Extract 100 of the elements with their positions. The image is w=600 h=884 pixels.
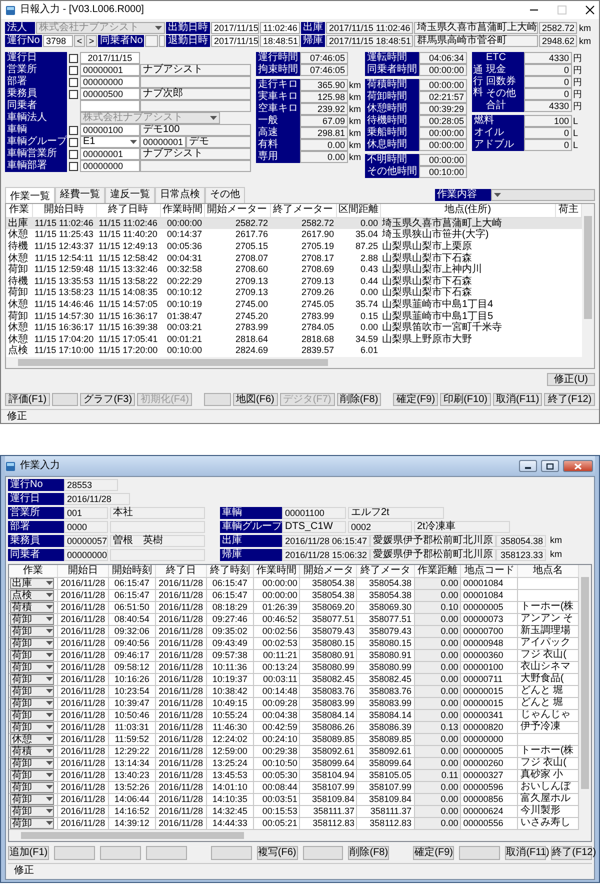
text-field[interactable]: 02:21:57	[419, 91, 467, 103]
column-header[interactable]: 開始メータ	[300, 565, 357, 577]
text-field[interactable]: 本社	[110, 507, 205, 519]
next-button[interactable]: >	[86, 35, 97, 47]
text-field[interactable]: 2017/11/15	[211, 35, 259, 47]
work-type-dropdown[interactable]: 出庫	[10, 578, 54, 588]
text-field[interactable]: 11:02:46	[260, 22, 300, 34]
table-row[interactable]: 出庫 11/15 11:02:46 11/15 11:02:46 00:00:00 2582.72 2582.72 0.00 埼玉県久喜市菖蒲町上大崎	[6, 217, 582, 230]
text-field[interactable]: 0002	[348, 521, 412, 533]
function-button[interactable]: 確定(F9)	[413, 846, 454, 860]
text-field[interactable]: 群馬県高崎市菅谷町	[414, 35, 538, 47]
function-button[interactable]: 追加(F1)	[8, 846, 49, 860]
text-field[interactable]: ナブ次郎	[140, 88, 251, 100]
column-header[interactable]: 終了時刻	[206, 565, 254, 577]
text-field[interactable]: 曽根 英樹	[110, 535, 205, 547]
column-header[interactable]: 地点コード	[460, 565, 518, 577]
scrollbar[interactable]	[6, 357, 594, 368]
text-field[interactable]	[145, 35, 158, 47]
text-field[interactable]: 00:00:00	[419, 154, 467, 166]
function-button[interactable]: 複写(F6)	[256, 846, 298, 860]
scrollbar[interactable]	[579, 565, 591, 830]
text-field[interactable]: 2582.72	[539, 22, 577, 34]
blank-button[interactable]	[52, 393, 78, 406]
text-field[interactable]: 00:00:00	[419, 139, 467, 151]
column-header[interactable]: 終了メータ	[356, 565, 414, 577]
text-field[interactable]: 28553	[64, 479, 118, 491]
text-field[interactable]: 0.00	[300, 139, 348, 151]
work-type-dropdown[interactable]: 荷卸	[10, 698, 54, 708]
text-field[interactable]: 埼玉県久喜市菖蒲町上大崎	[414, 22, 538, 34]
checkbox[interactable]	[69, 90, 78, 98]
table-row[interactable]: 荷卸 11/15 13:58:23 11/15 14:08:35 00:10:12 2709.13 2709.26 0.00 山梨県山梨市下石森	[6, 287, 582, 299]
column-header[interactable]: 作業距離	[414, 565, 461, 577]
text-field[interactable]: 358054.38	[496, 535, 546, 547]
text-field[interactable]: エルフ2t	[348, 507, 444, 519]
text-field[interactable]: 100	[524, 115, 572, 127]
function-button[interactable]: 評価(F1)	[5, 393, 50, 406]
table-row[interactable]: 荷卸 11/15 14:57:30 11/15 16:36:17 01:38:47 2745.20 2783.99 0.15 山梨県韮崎市中島1丁目5	[6, 310, 582, 322]
column-header[interactable]: 開始メーター	[204, 204, 270, 218]
column-header[interactable]: 区間距離	[336, 204, 380, 218]
blank-button[interactable]	[210, 846, 252, 860]
text-field[interactable]: 0000	[64, 521, 108, 533]
tab[interactable]: その他	[205, 187, 245, 203]
text-field[interactable]: 4330	[524, 100, 572, 112]
minimize-button[interactable]	[519, 460, 537, 472]
function-button[interactable]: 印刷(F10)	[440, 393, 491, 406]
function-button[interactable]: 削除(F8)	[348, 846, 390, 860]
column-header[interactable]: 作業時間	[160, 204, 204, 218]
text-field[interactable]: 00000057	[64, 535, 108, 547]
table-row[interactable]: 荷卸 11/15 12:59:48 11/15 13:32:46 00:32:58 2708.60 2708.69 0.43 山梨県山梨市上神内川	[6, 264, 582, 276]
work-type-dropdown[interactable]: 荷卸	[10, 674, 54, 684]
text-field[interactable]: 0	[524, 88, 572, 100]
blank-button[interactable]	[459, 846, 500, 860]
checkbox[interactable]	[69, 78, 78, 86]
function-button[interactable]: 取消(F11)	[492, 393, 542, 406]
tab[interactable]: 違反一覧	[105, 187, 155, 203]
text-field[interactable]: 00000100	[80, 124, 140, 136]
text-field[interactable]: 0	[524, 139, 572, 151]
text-field[interactable]: 2016/11/28 15:06:32	[282, 549, 370, 561]
text-field[interactable]	[110, 549, 205, 561]
table-row[interactable]: 休憩 11/15 17:04:20 11/15 17:05:41 00:01:21 2818.64 2818.68 34.59 山梨県上野原市大野	[6, 334, 582, 346]
text-field[interactable]: 0.00	[300, 151, 348, 163]
text-field[interactable]: 2017/11/15 11:02:46	[326, 22, 413, 34]
text-field[interactable]: ナブアシスト	[140, 148, 251, 160]
text-field[interactable]: 298.81	[300, 127, 348, 139]
table-row[interactable]: 休憩 11/15 16:36:17 11/15 16:39:38 00:03:21 2783.99 2784.05 0.00 山梨県笛吹市一宮町千米寺	[6, 322, 582, 334]
text-field[interactable]: 00000000	[64, 549, 108, 561]
column-header[interactable]: 開始日時	[32, 204, 96, 218]
function-button[interactable]: 確定(F9)	[393, 393, 438, 406]
work-type-dropdown[interactable]: 荷卸	[10, 806, 54, 816]
text-field[interactable]: 00000500	[80, 88, 140, 100]
tab[interactable]: 日常点検	[155, 187, 205, 203]
work-type-dropdown[interactable]: 休憩	[10, 734, 54, 744]
table-row[interactable]: 待機 11/15 13:35:53 11/15 13:58:22 00:22:29 2709.13 2709.13 0.44 山梨県山梨市下石森	[6, 276, 582, 288]
text-field[interactable]	[110, 521, 205, 533]
dropdown[interactable]: E1	[80, 136, 140, 148]
column-header[interactable]: 作業	[6, 204, 32, 218]
work-type-dropdown[interactable]: 荷卸	[10, 686, 54, 696]
work-type-dropdown[interactable]: 荷卸	[10, 626, 54, 636]
text-field[interactable]: 00:39:29	[419, 103, 467, 115]
text-field[interactable]: デモ	[186, 136, 251, 148]
column-header[interactable]: 終了日時	[96, 204, 160, 218]
column-header[interactable]: 終了日	[155, 565, 206, 577]
text-field[interactable]: 愛媛県伊予郡松前町北川原	[370, 549, 496, 561]
text-field[interactable]: デモ100	[140, 124, 251, 136]
blank-button[interactable]	[146, 846, 187, 860]
previous-button[interactable]: <	[74, 35, 85, 47]
text-field[interactable]: 358123.33	[496, 549, 546, 561]
function-button[interactable]: 削除(F8)	[336, 393, 382, 406]
text-field[interactable]: 04:06:34	[419, 52, 467, 64]
work-type-dropdown[interactable]: 荷卸	[10, 710, 54, 720]
text-field[interactable]: 3798	[43, 35, 73, 47]
work-type-dropdown[interactable]: 荷卸	[10, 650, 54, 660]
text-field[interactable]: 07:46:05	[300, 64, 348, 76]
text-field[interactable]: 365.90	[300, 79, 348, 91]
text-field[interactable]: 2t冷凍車	[414, 521, 510, 533]
text-field[interactable]	[140, 76, 251, 88]
text-field[interactable]: 00001100	[282, 507, 346, 519]
close-icon[interactable]	[585, 5, 595, 15]
text-field[interactable]: 2016/11/28	[64, 493, 130, 505]
column-header[interactable]: 地点名	[518, 565, 578, 577]
